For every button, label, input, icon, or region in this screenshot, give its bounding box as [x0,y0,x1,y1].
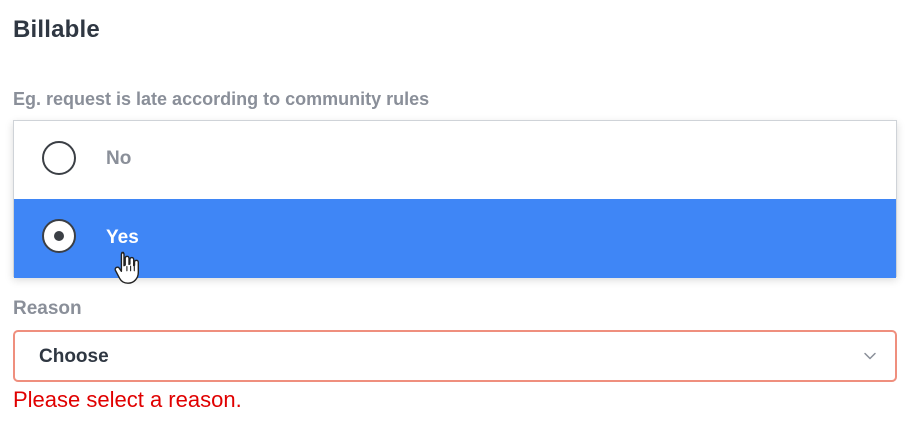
radio-button-yes[interactable] [42,219,76,253]
hand-pointer-icon [114,251,139,284]
reason-label: Reason [13,298,82,319]
billable-option-label-yes: Yes [106,227,139,248]
billable-option-label-no: No [106,148,132,169]
billable-form: Billable Eg. request is late according t… [0,0,924,421]
billable-option-yes[interactable]: Yes [14,199,896,278]
billable-option-no[interactable]: No [14,121,896,199]
billable-hint: Eg. request is late according to communi… [13,89,430,109]
section-title: Billable [13,16,100,43]
billable-options-list: No Yes [13,120,897,278]
radio-selected-dot [54,231,64,241]
reason-select[interactable]: Choose [13,330,897,382]
radio-button-no[interactable] [42,141,76,175]
reason-select-value: Choose [39,346,109,367]
reason-error-message: Please select a reason. [13,387,242,412]
chevron-down-icon [864,352,876,360]
